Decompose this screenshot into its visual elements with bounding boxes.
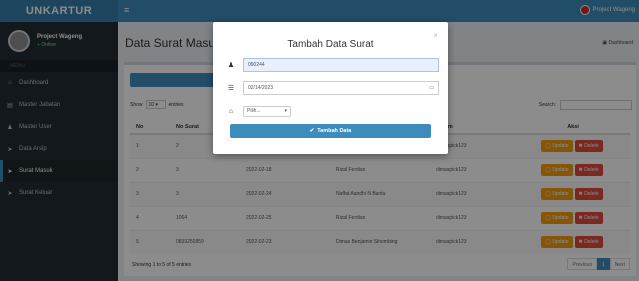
pengirim-select[interactable]: Pilih... ▾ — [243, 105, 291, 117]
list-icon: ☰ — [227, 85, 235, 92]
modal-title: Tambah Data Surat — [287, 39, 374, 50]
chevron-down-icon: ▾ — [284, 108, 287, 114]
add-letter-modal: × Tambah Data Surat ♟ 090244 ☰ 02/14/202… — [213, 22, 448, 154]
no-surat-row: ♟ 090244 — [225, 58, 439, 72]
no-surat-input[interactable]: 090244 — [243, 58, 439, 72]
home-icon: ⌂ — [228, 107, 234, 115]
date-row: ☰ 02/14/2023 ▭ — [225, 81, 439, 95]
calendar-icon[interactable]: ▭ — [429, 85, 434, 91]
user-icon: ♟ — [227, 62, 235, 69]
submit-button[interactable]: ✔ Tambah Data — [230, 124, 431, 138]
date-input[interactable]: 02/14/2023 ▭ — [243, 81, 439, 95]
select-row: ⌂ Pilih... ▾ — [225, 104, 439, 118]
check-icon: ✔ — [309, 128, 315, 134]
